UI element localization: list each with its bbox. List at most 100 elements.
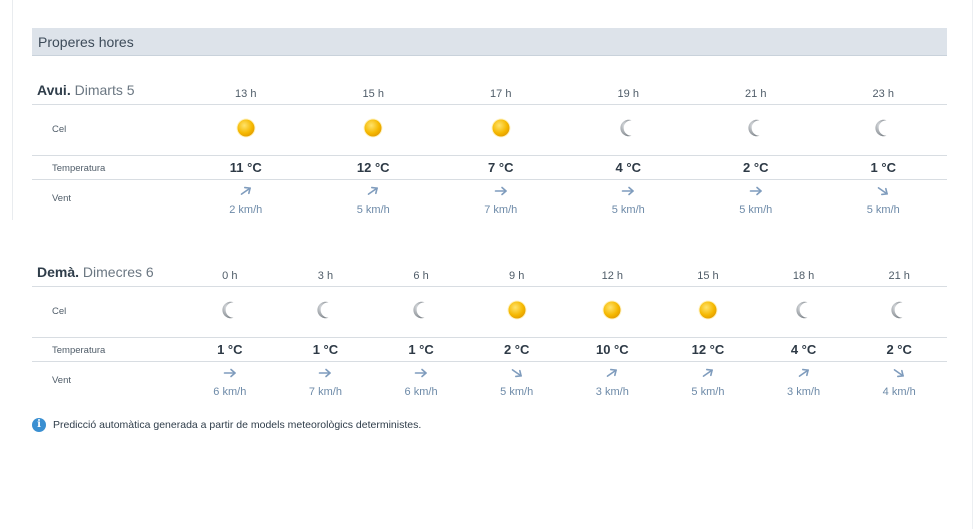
info-icon: i <box>32 418 46 432</box>
wind-row: Vent 2 km/h 5 km/h 7 km/h 5 km/h 5 km/h 5 km/… <box>32 179 947 219</box>
wind-cell: 7 km/h <box>437 180 565 219</box>
panel-title: Properes hores <box>32 28 947 56</box>
sky-cell <box>565 105 693 155</box>
wind-direction-icon <box>414 366 428 384</box>
sky-row: Cel <box>32 104 947 155</box>
wind-row: Vent 6 km/h 7 km/h 6 km/h 5 km/h 3 km/h 5 km/… <box>32 361 947 401</box>
wind-speed: 3 km/h <box>595 385 629 398</box>
sky-label: Cel <box>52 124 67 135</box>
wind-speed: 5 km/h <box>500 385 534 398</box>
wind-cell: 5 km/h <box>310 180 438 219</box>
temperature-value: 1 °C <box>217 342 243 357</box>
moon-icon <box>219 299 241 326</box>
wind-speed: 4 km/h <box>882 385 916 398</box>
sky-cell <box>565 287 661 337</box>
wind-direction-icon <box>797 366 811 384</box>
wind-direction-icon <box>318 366 332 384</box>
sky-cell <box>373 287 469 337</box>
wind-direction-icon <box>239 184 253 202</box>
hour-label: 6 h <box>413 270 429 282</box>
forecast-note: i Predicció automàtica generada a partir… <box>32 418 421 432</box>
day-forecast-today: Avui. Dimarts 5 13 h 15 h 17 h 19 h 21 h 23 h… <box>32 78 947 219</box>
temperature-label: Temperatura <box>52 163 106 174</box>
temperature-value: 12 °C <box>356 160 390 175</box>
wind-speed: 7 km/h <box>484 203 518 216</box>
temperature-value: 4 °C <box>790 342 817 357</box>
hour-label: 15 h <box>362 88 384 100</box>
hour-label: 3 h <box>317 270 334 282</box>
day-title: Avui. Dimarts 5 <box>37 82 135 98</box>
sky-cell <box>310 105 438 155</box>
wind-direction-icon <box>223 366 237 384</box>
wind-cell: 6 km/h <box>373 362 469 401</box>
wind-cell: 2 km/h <box>182 180 310 219</box>
hour-label: 21 h <box>745 88 767 100</box>
day-header: Avui. Dimarts 5 13 h 15 h 17 h 19 h 21 h 23 h <box>32 78 947 104</box>
page-divider-left <box>12 0 13 220</box>
moon-icon <box>617 117 639 144</box>
moon-icon <box>745 117 767 144</box>
hour-label: 12 h <box>601 270 624 282</box>
wind-direction-icon <box>605 366 619 384</box>
wind-speed: 5 km/h <box>739 203 773 216</box>
wind-cell: 3 km/h <box>565 362 661 401</box>
wind-direction-icon <box>494 184 508 202</box>
sky-cell <box>660 287 756 337</box>
temperature-row: Temperatura 1 °C 1 °C 1 °C 2 °C 10 °C 12 °C 4 … <box>32 337 947 361</box>
sky-cell <box>437 105 565 155</box>
temperature-value: 10 °C <box>595 342 629 357</box>
sun-icon <box>235 117 257 144</box>
moon-icon <box>888 299 910 326</box>
wind-direction-icon <box>510 366 524 384</box>
wind-direction-icon <box>701 366 715 384</box>
temperature-value: 1 °C <box>870 160 896 175</box>
hour-label: 21 h <box>888 270 910 282</box>
page-divider-right <box>972 0 973 529</box>
moon-icon <box>314 299 336 326</box>
wind-cell: 7 km/h <box>278 362 374 401</box>
wind-speed: 7 km/h <box>308 385 342 398</box>
wind-speed: 2 km/h <box>229 203 263 216</box>
sun-icon <box>601 299 623 326</box>
wind-cell: 5 km/h <box>820 180 948 219</box>
wind-cell: 3 km/h <box>756 362 852 401</box>
temperature-value: 11 °C <box>229 160 262 175</box>
wind-cell: 6 km/h <box>182 362 278 401</box>
wind-speed: 3 km/h <box>787 385 821 398</box>
hour-label: 13 h <box>235 88 257 100</box>
wind-speed: 5 km/h <box>356 203 390 216</box>
sun-icon <box>697 299 719 326</box>
temperature-value: 2 °C <box>503 342 530 357</box>
day-date: Dimecres 6 <box>82 264 154 280</box>
wind-direction-icon <box>892 366 906 384</box>
sun-icon <box>506 299 528 326</box>
sky-cell <box>692 105 820 155</box>
sky-cell <box>756 287 852 337</box>
wind-direction-icon <box>876 184 890 202</box>
hour-label: 15 h <box>697 270 719 282</box>
sky-cell <box>820 105 948 155</box>
sky-cell <box>851 287 947 337</box>
moon-icon <box>793 299 815 326</box>
temperature-value: 4 °C <box>615 160 641 175</box>
temperature-value: 12 °C <box>691 342 725 357</box>
hour-label: 23 h <box>872 88 894 100</box>
day-title: Demà. Dimecres 6 <box>37 264 154 280</box>
sky-cell <box>182 105 310 155</box>
sky-cell <box>182 287 278 337</box>
wind-cell: 5 km/h <box>660 362 756 401</box>
moon-icon <box>872 117 894 144</box>
hour-label: 18 h <box>792 270 815 282</box>
sky-cell <box>278 287 374 337</box>
temperature-value: 1 °C <box>312 342 339 357</box>
sky-cell <box>469 287 565 337</box>
sky-label: Cel <box>52 306 67 317</box>
day-date: Dimarts 5 <box>74 82 135 98</box>
wind-speed: 5 km/h <box>691 385 725 398</box>
wind-cell: 5 km/h <box>692 180 820 219</box>
wind-cell: 5 km/h <box>469 362 565 401</box>
temperature-row: Temperatura 11 °C 12 °C 7 °C 4 °C 2 °C 1 °C <box>32 155 947 179</box>
hour-label: 17 h <box>490 88 512 100</box>
day-name: Avui. <box>37 82 71 98</box>
day-header: Demà. Dimecres 6 0 h 3 h 6 h 9 h 12 h 15 h 18 … <box>32 260 947 286</box>
